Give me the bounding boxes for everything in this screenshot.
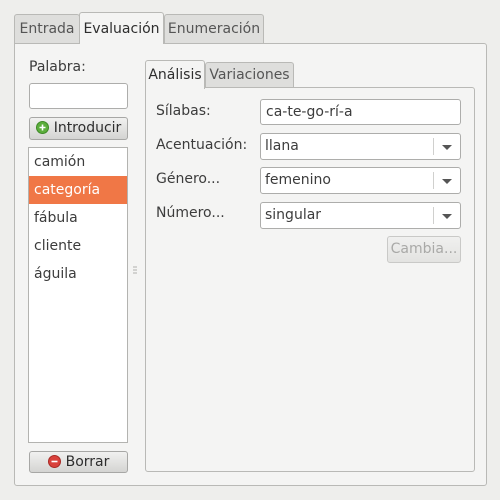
add-icon (35, 120, 49, 134)
chevron-down-icon (442, 179, 452, 184)
cambia-button[interactable]: Cambia... (387, 236, 461, 263)
tab-analisis[interactable]: Análisis (145, 60, 205, 89)
chevron-down-icon (442, 145, 452, 150)
genero-label: Género... (156, 171, 221, 187)
combo-separator (433, 207, 434, 224)
acentuacion-select[interactable]: llana (260, 133, 461, 160)
borrar-label: Borrar (65, 454, 110, 470)
list-item-selected[interactable]: categoría (29, 176, 127, 204)
palabra-label: Palabra: (29, 59, 86, 75)
acentuacion-label: Acentuación: (156, 137, 248, 153)
tab-variaciones[interactable]: Variaciones (205, 62, 294, 87)
introducir-button[interactable]: Introducir (29, 117, 128, 140)
numero-label: Número... (156, 205, 225, 221)
borrar-button[interactable]: Borrar (29, 451, 128, 473)
active-tab-joiner (146, 86, 204, 89)
combo-separator (433, 172, 434, 189)
list-item[interactable]: águila (29, 260, 127, 288)
silabas-field[interactable]: ca-te-go-rí-a (260, 99, 461, 125)
list-item[interactable]: cliente (29, 232, 127, 260)
remove-icon (47, 454, 61, 468)
numero-value: singular (265, 207, 322, 223)
pane-handle-icon[interactable] (133, 262, 137, 274)
introducir-label: Introducir (53, 120, 122, 136)
acentuacion-value: llana (265, 138, 299, 154)
palabra-input[interactable] (29, 83, 128, 109)
list-item[interactable]: fábula (29, 204, 127, 232)
genero-select[interactable]: femenino (260, 167, 461, 194)
chevron-down-icon (442, 214, 452, 219)
numero-select[interactable]: singular (260, 202, 461, 229)
silabas-value: ca-te-go-rí-a (266, 104, 353, 120)
combo-separator (433, 138, 434, 155)
genero-value: femenino (265, 172, 331, 188)
silabas-label: Sílabas: (156, 103, 211, 119)
list-item[interactable]: camión (29, 148, 127, 176)
word-list[interactable]: camión categoría fábula cliente águila (28, 147, 128, 443)
page-content: Palabra: Introducir camión categoría fáb… (0, 0, 500, 500)
